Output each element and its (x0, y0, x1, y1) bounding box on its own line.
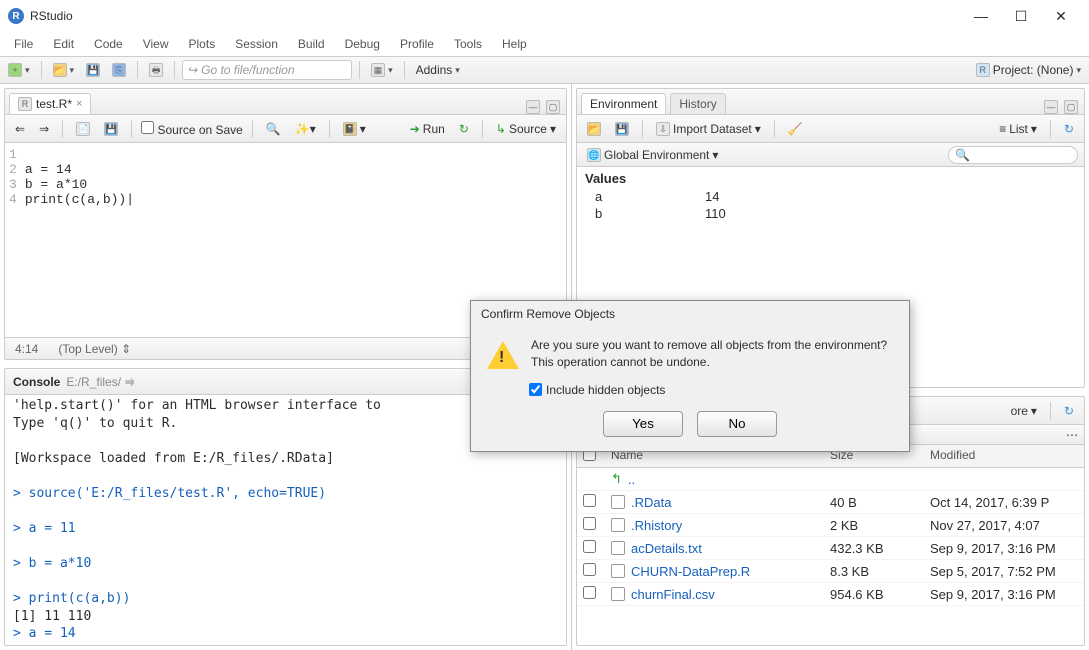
scope-selector[interactable]: (Top Level) ⇕ (58, 342, 131, 356)
env-search-input[interactable]: 🔍 (948, 146, 1078, 164)
window-titlebar: R RStudio — ☐ ✕ (0, 0, 1089, 32)
minimize-pane-icon[interactable]: — (526, 100, 540, 114)
rerun-button[interactable]: ↻ (455, 120, 473, 138)
source-button[interactable]: ↳ Source ▾ (492, 120, 560, 138)
print-button[interactable]: 🖶 (145, 61, 167, 79)
back-button[interactable]: ⇐ (11, 120, 29, 138)
new-file-button[interactable]: +▾ (4, 61, 34, 79)
env-row[interactable]: b110 (577, 205, 1084, 222)
files-menu-button[interactable]: ⋯ (1066, 428, 1078, 442)
tab-history[interactable]: History (670, 93, 725, 114)
menu-session[interactable]: Session (227, 35, 286, 53)
window-title: RStudio (30, 9, 73, 23)
cursor-position: 4:14 (15, 342, 38, 356)
list-view-button[interactable]: ≡ List ▾ (995, 120, 1041, 138)
file-row[interactable]: ↰ .. (577, 468, 1084, 491)
notebook-button[interactable]: 📓▾ (339, 120, 370, 138)
no-button[interactable]: No (697, 411, 777, 437)
file-checkbox[interactable] (583, 540, 596, 553)
addins-button[interactable]: Addins ▾ (412, 61, 464, 79)
open-file-button[interactable]: 📂▾ (49, 61, 79, 79)
dialog-message: Are you sure you want to remove all obje… (531, 337, 893, 371)
minimize-button[interactable]: — (961, 8, 1001, 24)
console-tab[interactable]: Console (13, 375, 60, 389)
close-button[interactable]: ✕ (1041, 8, 1081, 25)
tab-testr[interactable]: R test.R* × (9, 93, 91, 114)
file-icon (611, 518, 625, 532)
refresh-env-button[interactable]: ↻ (1060, 120, 1078, 138)
maximize-pane-icon[interactable]: ▢ (546, 100, 560, 114)
tab-label: test.R* (36, 97, 72, 111)
menu-plots[interactable]: Plots (181, 35, 224, 53)
file-row[interactable]: CHURN-DataPrep.R8.3 KBSep 5, 2017, 7:52 … (577, 560, 1084, 583)
include-hidden-checkbox[interactable] (529, 383, 542, 396)
menu-tools[interactable]: Tools (446, 35, 490, 53)
save-all-button[interactable]: ⎘ (108, 61, 130, 79)
load-workspace-button[interactable]: 📂 (583, 120, 605, 138)
maximize-pane-icon[interactable]: ▢ (1064, 100, 1078, 114)
refresh-files-button[interactable]: ↻ (1060, 402, 1078, 420)
app-menubar: File Edit Code View Plots Session Build … (0, 32, 1089, 56)
confirm-remove-dialog: Confirm Remove Objects Are you sure you … (470, 300, 910, 452)
tab-environment[interactable]: Environment (581, 93, 666, 114)
dialog-title: Confirm Remove Objects (471, 301, 909, 327)
run-button[interactable]: ➔ Run (406, 120, 449, 138)
show-doc-button[interactable]: 📄 (72, 120, 94, 138)
file-icon (611, 564, 625, 578)
clear-workspace-button[interactable]: 🧹 (784, 120, 807, 138)
wand-button[interactable]: ✨▾ (291, 120, 320, 138)
goto-file-input[interactable]: ↪Go to file/function (182, 60, 352, 80)
file-checkbox[interactable] (583, 517, 596, 530)
forward-button[interactable]: ⇒ (35, 120, 53, 138)
find-button[interactable]: 🔍 (262, 120, 285, 138)
menu-debug[interactable]: Debug (337, 35, 388, 53)
file-row[interactable]: acDetails.txt432.3 KBSep 9, 2017, 3:16 P… (577, 537, 1084, 560)
rstudio-logo-icon: R (8, 8, 24, 24)
menu-edit[interactable]: Edit (45, 35, 82, 53)
menu-code[interactable]: Code (86, 35, 131, 53)
env-section-values: Values (577, 169, 1084, 188)
file-checkbox[interactable] (583, 563, 596, 576)
save-file-button[interactable]: 💾 (100, 120, 122, 138)
menu-file[interactable]: File (6, 35, 41, 53)
save-workspace-button[interactable]: 💾 (611, 120, 633, 138)
warning-icon (487, 341, 519, 369)
file-checkbox[interactable] (583, 494, 596, 507)
save-button[interactable]: 💾 (82, 61, 104, 79)
menu-view[interactable]: View (135, 35, 177, 53)
yes-button[interactable]: Yes (603, 411, 683, 437)
grid-button[interactable]: ▦▾ (367, 61, 397, 79)
file-icon (611, 541, 625, 555)
file-row[interactable]: .RData40 BOct 14, 2017, 6:39 P (577, 491, 1084, 514)
r-file-icon: R (18, 97, 32, 111)
main-toolbar: +▾ 📂▾ 💾 ⎘ 🖶 ↪Go to file/function ▦▾ Addi… (0, 56, 1089, 84)
source-on-save-checkbox[interactable]: Source on Save (141, 121, 243, 137)
editor-toolbar: ⇐ ⇒ 📄 💾 Source on Save 🔍 ✨▾ 📓▾ ➔ Run ↻ ↳… (5, 115, 566, 143)
env-scope-button[interactable]: 🌐 Global Environment ▾ (583, 146, 722, 164)
minimize-pane-icon[interactable]: — (1044, 100, 1058, 114)
file-icon (611, 587, 625, 601)
maximize-button[interactable]: ☐ (1001, 8, 1041, 25)
console-path: E:/R_files/ (66, 375, 121, 389)
file-row[interactable]: churnFinal.csv954.6 KBSep 9, 2017, 3:16 … (577, 583, 1084, 606)
env-row[interactable]: a14 (577, 188, 1084, 205)
menu-profile[interactable]: Profile (392, 35, 442, 53)
include-hidden-label: Include hidden objects (546, 383, 665, 397)
menu-help[interactable]: Help (494, 35, 535, 53)
file-icon (611, 495, 625, 509)
file-row[interactable]: .Rhistory2 KBNov 27, 2017, 4:07 (577, 514, 1084, 537)
project-menu[interactable]: R Project: (None) ▾ (972, 61, 1085, 79)
import-dataset-button[interactable]: ⇩ Import Dataset ▾ (652, 120, 765, 138)
file-checkbox[interactable] (583, 586, 596, 599)
menu-build[interactable]: Build (290, 35, 333, 53)
close-tab-icon[interactable]: × (76, 98, 82, 110)
more-button[interactable]: ore ▾ (1007, 402, 1041, 420)
